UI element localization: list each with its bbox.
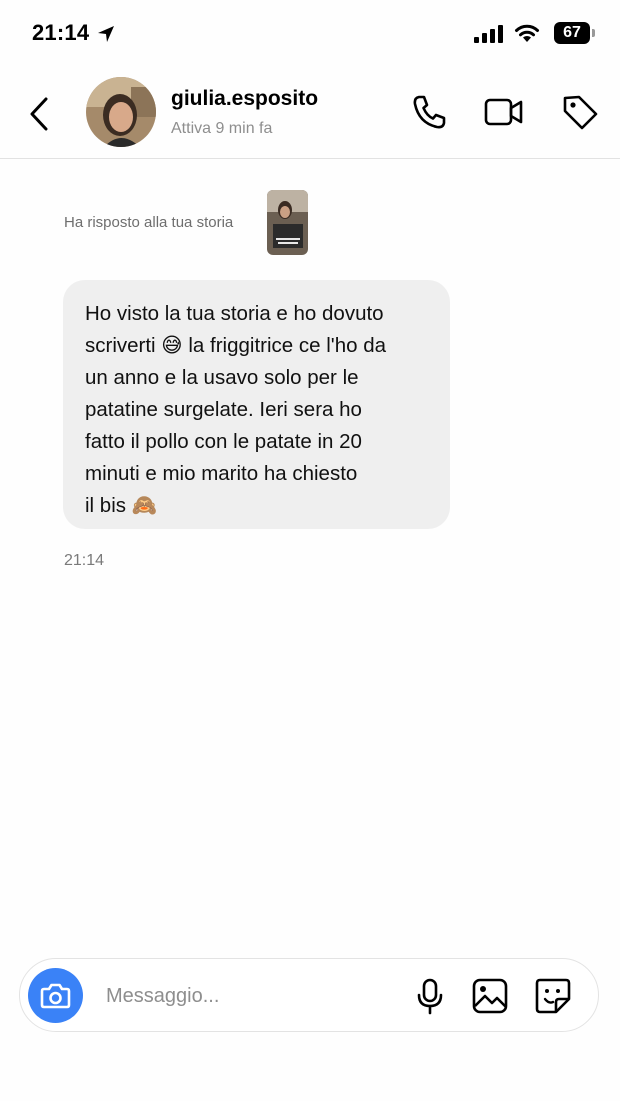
battery-level: 67 — [563, 24, 581, 41]
message-line: fatto il pollo con le patate in 20 — [85, 430, 362, 453]
message-timestamp: 21:14 — [64, 552, 105, 569]
video-camera-icon[interactable] — [484, 92, 524, 132]
chat-activity-status: Attiva 9 min fa — [171, 120, 273, 137]
camera-button[interactable] — [28, 968, 83, 1023]
story-thumbnail[interactable] — [267, 190, 308, 255]
story-reply-label: Ha risposto alla tua storia — [64, 214, 234, 231]
message-composer — [19, 958, 599, 1032]
story-thumbnail-image — [267, 190, 308, 255]
message-line: Ho visto la tua storia e ho dovuto — [85, 302, 384, 325]
message-line: patatine surgelate. Ieri sera ho — [85, 398, 362, 421]
status-time: 21:14 — [32, 20, 90, 45]
chat-header: giulia.esposito Attiva 9 min fa — [0, 70, 620, 159]
avatar-image — [86, 77, 156, 147]
gallery-icon[interactable] — [471, 977, 509, 1015]
back-arrow-icon[interactable] — [24, 94, 54, 134]
cellular-signal-icon — [474, 25, 503, 43]
phone-icon[interactable] — [409, 92, 449, 132]
camera-icon — [40, 983, 71, 1009]
battery-indicator: 67 — [554, 22, 590, 44]
location-arrow-icon — [98, 26, 114, 42]
message-line: il bis 🙈 — [85, 494, 158, 517]
status-bar: 21:14 67 — [0, 0, 620, 70]
message-line: un anno e la usavo solo per le — [85, 366, 359, 389]
battery-tip — [592, 29, 595, 37]
avatar[interactable] — [86, 77, 156, 147]
message-input[interactable] — [106, 979, 386, 1013]
message-bubble[interactable]: Ho visto la tua storia e ho dovuto scriv… — [63, 280, 450, 529]
tag-icon[interactable] — [560, 92, 600, 132]
chat-username[interactable]: giulia.esposito — [171, 87, 318, 111]
sticker-icon[interactable] — [534, 977, 572, 1015]
message-line: scriverti 😅 la friggitrice ce l'ho da — [85, 334, 386, 357]
message-line: minuti e mio marito ha chiesto — [85, 462, 358, 485]
microphone-icon[interactable] — [411, 977, 449, 1015]
wifi-icon — [515, 24, 539, 42]
